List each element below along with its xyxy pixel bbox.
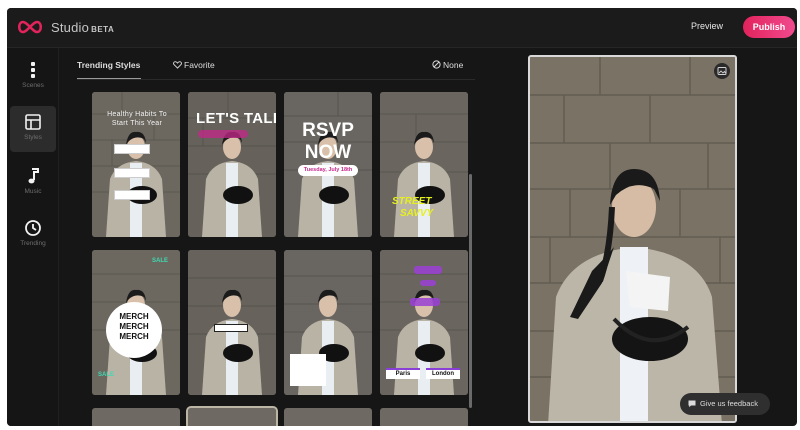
style-thumbnail-10[interactable]	[186, 406, 278, 426]
sidebar-item-label: Trending	[20, 240, 46, 247]
style-caption: Healthy Habits To Start This Year	[107, 111, 167, 127]
infinity-logo-icon	[17, 20, 43, 34]
preview-photo	[530, 57, 735, 421]
tab-favorite-label: Favorite	[184, 60, 215, 70]
none-icon	[432, 60, 441, 69]
image-icon	[717, 67, 727, 75]
styles-icon	[25, 114, 41, 130]
style-thumbnail-4[interactable]: STREET SAVVY	[380, 92, 468, 237]
checklist-box	[114, 144, 150, 154]
style-thumbnail-11[interactable]	[284, 408, 372, 426]
tab-trending-styles[interactable]: Trending Styles	[77, 60, 140, 70]
style-thumbnail-12[interactable]	[380, 408, 468, 426]
style-thumbnail-9[interactable]	[92, 408, 180, 426]
styles-scrollbar[interactable]	[469, 174, 472, 408]
tab-none-label: None	[443, 60, 464, 70]
model-photo	[394, 131, 454, 237]
merch-text: MERCH	[119, 332, 149, 341]
style-thumbnail-1[interactable]: Healthy Habits To Start This Year	[92, 92, 180, 237]
heart-icon	[173, 61, 182, 69]
purple-sticker	[414, 266, 442, 274]
app-window: Studio BETA Preview Publish Scenes Styles	[7, 8, 797, 426]
tab-none[interactable]: None	[432, 60, 463, 70]
style-headline-2: SAVVY	[400, 208, 434, 219]
preview-button[interactable]: Preview	[691, 21, 723, 31]
sidebar-item-scenes[interactable]: Scenes	[10, 54, 56, 100]
checklist-box	[114, 168, 150, 178]
style-thumbnail-3[interactable]: RSVP NOW Tuesday, July 18th	[284, 92, 372, 237]
label-box	[214, 324, 248, 332]
checklist-box	[114, 190, 150, 200]
publish-button[interactable]: Publish	[743, 16, 795, 38]
style-tabs: Trending Styles Favorite None	[59, 48, 475, 80]
sale-sticker: SALE	[98, 372, 115, 378]
trending-clock-icon	[25, 220, 41, 236]
style-thumbnail-7[interactable]	[284, 250, 372, 395]
style-headline: STREET	[392, 196, 432, 207]
sidebar-item-music[interactable]: Music	[10, 160, 56, 206]
purple-sticker	[420, 280, 436, 286]
music-note-icon	[28, 168, 39, 184]
style-headline: RSVP	[302, 120, 354, 141]
styles-panel: Trending Styles Favorite None Healthy Ha…	[59, 48, 475, 426]
style-thumbnail-8[interactable]: Paris London	[380, 250, 468, 395]
sidebar-item-styles[interactable]: Styles	[10, 106, 56, 152]
note-card	[290, 354, 326, 386]
chat-bubble-icon	[688, 400, 696, 408]
sidebar-item-label: Styles	[24, 134, 42, 141]
tab-favorite[interactable]: Favorite	[173, 60, 215, 70]
model-photo	[202, 289, 262, 395]
sidebar-item-label: Scenes	[22, 82, 44, 89]
preview-canvas[interactable]	[528, 55, 737, 423]
beta-badge: BETA	[91, 25, 115, 34]
style-thumbnail-2[interactable]: LET'S TALK	[188, 92, 276, 237]
date-pill: Tuesday, July 18th	[298, 165, 358, 176]
top-bar: Studio BETA Preview Publish	[7, 8, 797, 48]
style-headline-2: NOW	[304, 142, 352, 163]
style-thumbnail-5[interactable]: SALE MERCH MERCH MERCH SALE	[92, 250, 180, 395]
scenes-icon	[31, 62, 35, 78]
style-thumbnail-6[interactable]	[188, 250, 276, 395]
style-headline: LET'S TALK	[196, 110, 276, 127]
merch-text: MERCH	[119, 312, 149, 321]
from-city-tag: Paris	[386, 368, 420, 379]
sidebar-item-trending[interactable]: Trending	[10, 212, 56, 258]
sidebar: Scenes Styles Music Trending	[7, 48, 59, 426]
feedback-button[interactable]: Give us feedback	[680, 393, 770, 415]
sidebar-item-label: Music	[24, 188, 42, 195]
purple-sticker	[410, 298, 440, 306]
app-title: Studio BETA	[51, 20, 115, 35]
highlight-shape	[198, 130, 248, 138]
expand-preview-button[interactable]	[714, 63, 730, 79]
merch-text: MERCH	[119, 322, 149, 331]
feedback-label: Give us feedback	[700, 399, 758, 408]
tabs-divider	[77, 79, 475, 80]
to-city-tag: London	[426, 368, 460, 379]
sale-sticker: SALE	[152, 258, 169, 264]
